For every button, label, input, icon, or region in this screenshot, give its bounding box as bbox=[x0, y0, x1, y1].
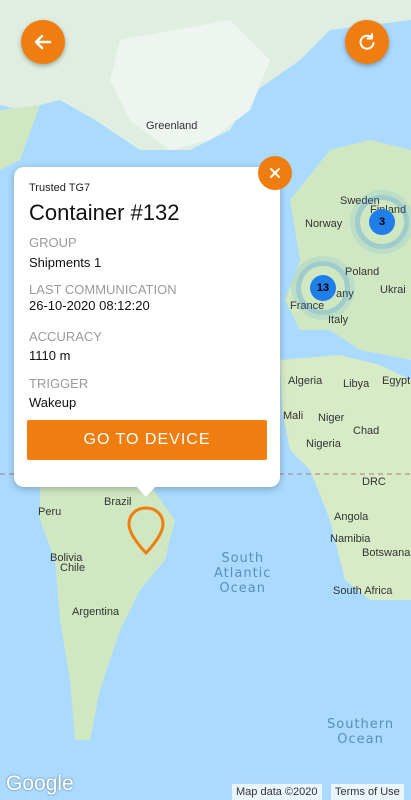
terms-of-use-link[interactable]: Terms of Use bbox=[331, 784, 404, 800]
close-icon bbox=[270, 168, 280, 178]
refresh-icon bbox=[359, 33, 375, 50]
map-label-libya: Libya bbox=[343, 378, 370, 390]
group-label: GROUP bbox=[29, 235, 77, 250]
map-label-egypt: Egypt bbox=[382, 375, 411, 387]
map-label-greenland: Greenland bbox=[146, 120, 198, 132]
map-view[interactable]: Greenland Sweden Finland Norway Poland F… bbox=[0, 0, 411, 800]
group-value: Shipments 1 bbox=[29, 255, 102, 270]
map-label-angola: Angola bbox=[334, 511, 369, 523]
device-type: Trusted TG7 bbox=[29, 182, 91, 194]
map-data-attribution: Map data ©2020 bbox=[232, 784, 322, 800]
cluster-count: 13 bbox=[310, 275, 336, 301]
accuracy-label: ACCURACY bbox=[29, 329, 102, 344]
ocean-label-south-atlantic: South Atlantic Ocean bbox=[214, 551, 272, 596]
map-label-chad: Chad bbox=[353, 425, 380, 437]
refresh-button[interactable] bbox=[345, 20, 389, 64]
back-button[interactable] bbox=[21, 20, 65, 64]
device-title: Container #132 bbox=[29, 200, 180, 225]
map-label-namibia: Namibia bbox=[330, 533, 371, 545]
map-label-norway: Norway bbox=[305, 218, 343, 230]
trigger-value: Wakeup bbox=[29, 395, 77, 410]
map-label-peru: Peru bbox=[38, 506, 62, 518]
map-label-argentina: Argentina bbox=[72, 606, 120, 618]
map-label-ukraine: Ukrai bbox=[380, 284, 406, 296]
cluster-count: 3 bbox=[369, 209, 395, 235]
map-label-niger: Niger bbox=[318, 412, 345, 424]
map-label-south-africa: South Africa bbox=[333, 585, 393, 597]
cluster-marker[interactable]: 3 bbox=[360, 200, 404, 244]
map-label-chile-text: Chile bbox=[60, 562, 86, 574]
device-info-popup: Trusted TG7 Container #132 GROUP Shipmen… bbox=[14, 167, 280, 497]
ocean-label-southern: Southern Ocean bbox=[327, 717, 395, 747]
map-label-nigeria: Nigeria bbox=[306, 438, 341, 450]
close-popup-button[interactable] bbox=[258, 156, 292, 190]
go-to-device-button[interactable]: GO TO DEVICE bbox=[27, 420, 267, 460]
cluster-marker[interactable]: 13 bbox=[301, 266, 345, 310]
accuracy-value: 1110 m bbox=[29, 348, 71, 363]
map-label-drc: DRC bbox=[362, 476, 386, 488]
google-logo: Google bbox=[6, 772, 74, 795]
popup-pointer bbox=[136, 486, 156, 497]
map-label-algeria: Algeria bbox=[288, 375, 323, 387]
last-communication-label: LAST COMMUNICATION bbox=[29, 282, 177, 297]
trigger-label: TRIGGER bbox=[29, 376, 89, 391]
arrow-left-icon bbox=[34, 34, 52, 50]
last-communication-value: 26-10-2020 08:12:20 bbox=[29, 298, 150, 313]
map-label-italy: Italy bbox=[328, 314, 349, 326]
map-label-poland: Poland bbox=[345, 266, 380, 278]
map-label-botswana: Botswana bbox=[362, 547, 411, 559]
map-label-mali: Mali bbox=[283, 410, 304, 422]
device-location-marker[interactable] bbox=[127, 506, 165, 556]
